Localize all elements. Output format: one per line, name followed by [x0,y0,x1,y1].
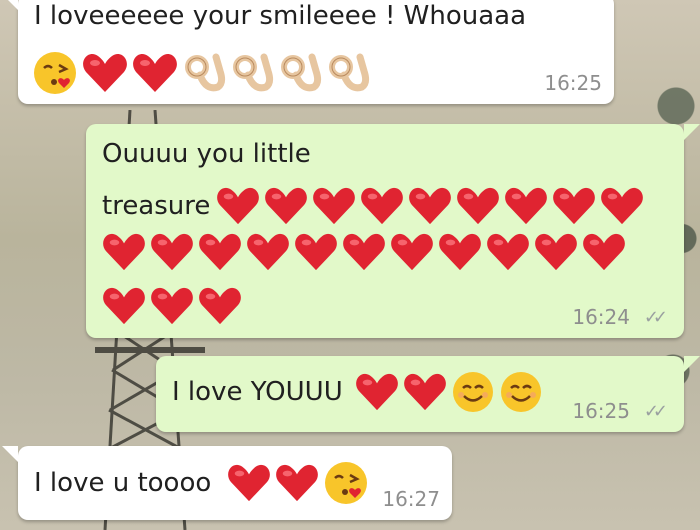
heart-emoji-icon [312,186,356,226]
heart-emoji-icon [360,186,404,226]
emoji-row [32,50,370,96]
heart-emoji-icon [456,186,500,226]
heart-emoji-icon [198,232,242,272]
ok-hand-emoji-icon [230,51,274,95]
heart-emoji-icon [216,186,260,226]
read-receipt-ticks-icon: ✓✓ [643,306,668,328]
heart-emoji-icon [294,232,338,272]
emoji-row-2 [102,232,626,272]
heart-emoji-icon [552,186,596,226]
message-time: 16:27 [382,487,440,511]
heart-emoji-icon [82,52,128,94]
message-text-line-1: Ouuuu you little [102,139,311,169]
emoji-row-1: treasure [102,186,644,226]
message-bubble-outgoing[interactable]: Ouuuu you little treasure 16:24 ✓✓ [86,124,700,338]
smiling-face-emoji-icon [499,370,543,414]
heart-emoji-icon [534,232,578,272]
message-bubble-incoming[interactable]: I love u toooo 16:27 [2,446,452,520]
heart-emoji-icon [246,232,290,272]
smiling-face-emoji-icon [451,370,495,414]
heart-emoji-icon [150,286,194,326]
message-text: I loveeeeee your smileeee ! Whouaaa [34,1,527,31]
ok-hand-emoji-icon [326,51,370,95]
heart-emoji-icon [227,463,271,503]
kissing-face-emoji-icon [32,50,78,96]
heart-emoji-icon [390,232,434,272]
heart-emoji-icon [486,232,530,272]
heart-emoji-icon [408,186,452,226]
heart-emoji-icon [102,286,146,326]
heart-emoji-icon [264,186,308,226]
heart-emoji-icon [582,232,626,272]
message-content: I love u toooo [34,460,369,506]
message-time: 16:25 [544,71,602,95]
message-content: I love YOUUU [172,370,543,414]
kissing-face-emoji-icon [323,460,369,506]
heart-emoji-icon [504,186,548,226]
heart-emoji-icon [438,232,482,272]
message-bubble-incoming[interactable]: I loveeeeee your smileeee ! Whouaaa 16:2… [2,0,614,104]
message-time: 16:25 [572,399,630,423]
heart-emoji-icon [403,372,447,412]
heart-emoji-icon [132,52,178,94]
emoji-row-3 [102,286,242,326]
heart-emoji-icon [198,286,242,326]
heart-emoji-icon [342,232,386,272]
heart-emoji-icon [102,232,146,272]
message-text-line-2: treasure [102,190,211,221]
message-time: 16:24 [572,305,630,329]
heart-emoji-icon [275,463,319,503]
message-text: I love YOUUU [172,376,343,407]
heart-emoji-icon [600,186,644,226]
read-receipt-ticks-icon: ✓✓ [643,400,668,422]
ok-hand-emoji-icon [278,51,322,95]
heart-emoji-icon [150,232,194,272]
message-bubble-outgoing[interactable]: I love YOUUU 16:25 ✓✓ [156,356,700,432]
heart-emoji-icon [355,372,399,412]
message-text: I love u toooo [34,467,212,498]
ok-hand-emoji-icon [182,51,226,95]
